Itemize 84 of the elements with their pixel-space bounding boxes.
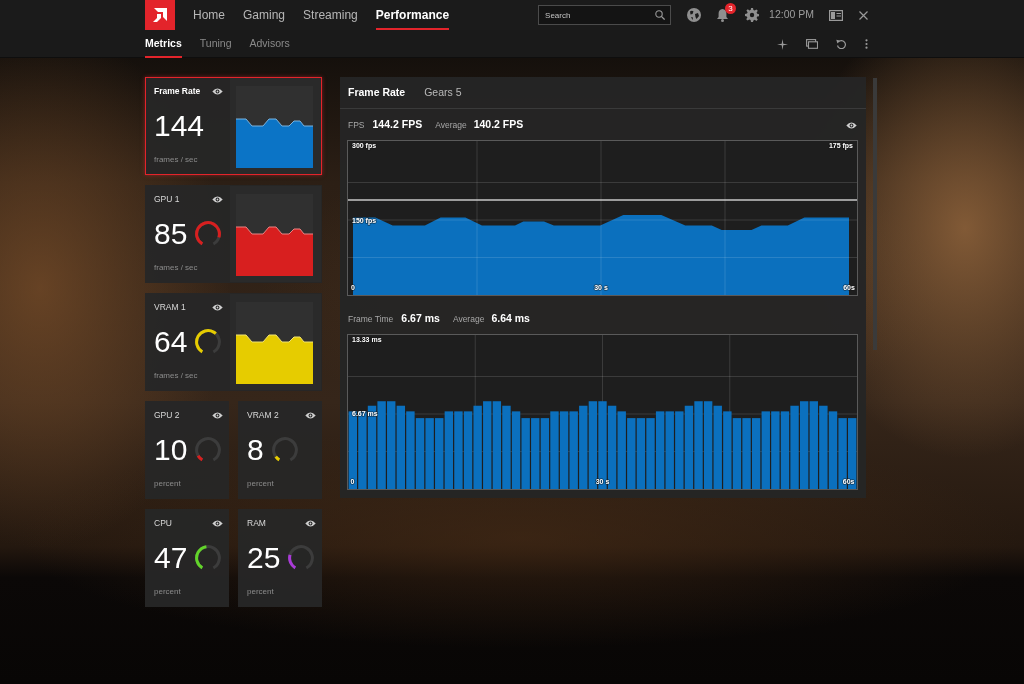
- frame-time-bar: [415, 418, 425, 489]
- panel-title: Frame Rate: [348, 84, 406, 100]
- metric-label: CPU: [154, 517, 172, 530]
- nav-tab[interactable]: Gaming: [243, 0, 286, 30]
- metric-tile[interactable]: RAM 25 percent: [238, 509, 322, 607]
- game-name: Gears 5: [424, 84, 462, 100]
- metric-tile[interactable]: Frame Rate 144 frames / sec: [145, 77, 322, 175]
- metric-label: VRAM 2: [247, 409, 279, 422]
- stat-value: 144.2 FPS: [372, 117, 423, 133]
- frame-time-bar: [540, 418, 550, 489]
- stat-value: 6.67 ms: [401, 311, 440, 327]
- eye-icon[interactable]: [305, 519, 316, 527]
- close-icon[interactable]: [859, 10, 868, 20]
- search-field[interactable]: Search: [538, 5, 672, 25]
- frame-time-bar: [627, 418, 636, 489]
- metric-label: Frame Rate: [154, 85, 201, 98]
- gauge-ring-icon: [195, 328, 222, 355]
- metric-unit: frames / sec: [154, 370, 199, 382]
- search-icon[interactable]: [655, 10, 666, 20]
- metric-value: 10: [154, 434, 188, 465]
- stat-label: Average: [452, 312, 485, 326]
- sparkle-icon[interactable]: [777, 38, 788, 50]
- globe-icon[interactable]: [687, 8, 702, 22]
- metric-value: 144: [154, 110, 205, 141]
- gauge-ring-icon: [195, 220, 222, 247]
- metric-unit: percent: [247, 586, 275, 598]
- nav-tab[interactable]: Streaming: [303, 0, 358, 30]
- gauge-ring-icon: [195, 436, 222, 463]
- circular-arrow-icon[interactable]: [836, 39, 846, 49]
- metric-label: RAM: [247, 517, 266, 530]
- stat-value: 6.64 ms: [491, 311, 530, 327]
- metric-label: GPU 1: [154, 193, 180, 206]
- metric-label: GPU 2: [154, 409, 180, 422]
- eye-icon[interactable]: [212, 519, 223, 527]
- metric-tile[interactable]: GPU 2 10 percent: [145, 401, 229, 499]
- metric-value: 8: [247, 434, 264, 465]
- frame-time-bar: [742, 418, 751, 489]
- metric-label: VRAM 1: [154, 301, 186, 314]
- clock-time: 12:00 PM: [769, 7, 814, 23]
- metric-value: 47: [154, 542, 188, 573]
- frame-time-bar: [435, 418, 444, 489]
- stat-label: Frame Time: [348, 312, 394, 326]
- nav-tab[interactable]: Home: [193, 0, 225, 30]
- gauge-ring-icon: [271, 436, 298, 463]
- screens-icon[interactable]: [806, 39, 818, 49]
- eye-icon[interactable]: [212, 303, 223, 311]
- eye-icon[interactable]: [212, 87, 223, 95]
- frame-time-bar: [636, 418, 646, 489]
- metric-tile[interactable]: GPU 1 85 frames / sec: [145, 185, 322, 283]
- frame-time-bar: [521, 418, 530, 489]
- metric-value: 25: [247, 542, 281, 573]
- frame-time-bar: [531, 418, 540, 489]
- sub-tab[interactable]: Advisors: [249, 30, 290, 58]
- metric-tile[interactable]: VRAM 1 64 frames / sec: [145, 293, 322, 391]
- stat-value: 140.2 FPS: [473, 117, 524, 133]
- eye-icon[interactable]: [305, 411, 316, 419]
- frame-time-bar: [732, 418, 742, 489]
- metric-tile[interactable]: CPU 47 percent: [145, 509, 229, 607]
- notification-badge: 3: [725, 3, 737, 14]
- metric-unit: percent: [154, 586, 182, 598]
- settings-icon[interactable]: [745, 8, 760, 22]
- metric-value: 64: [154, 326, 188, 357]
- stat-label: Average: [435, 118, 467, 132]
- metric-unit: percent: [154, 478, 182, 490]
- frame-time-bar: [425, 418, 434, 489]
- more-options-icon[interactable]: [865, 39, 868, 49]
- metric-unit: frames / sec: [154, 262, 199, 274]
- eye-icon[interactable]: [212, 411, 223, 419]
- metric-unit: frames / sec: [154, 154, 199, 166]
- frame-time-bar: [751, 418, 761, 489]
- window-layout-icon[interactable]: [829, 9, 843, 21]
- metric-value: 85: [154, 218, 188, 249]
- frame-time-bar: [646, 418, 655, 489]
- sub-tab[interactable]: Metrics: [145, 30, 182, 58]
- metric-unit: percent: [247, 478, 275, 490]
- sub-tab[interactable]: Tuning: [199, 30, 232, 58]
- gauge-ring-icon: [195, 544, 222, 571]
- logo-icon[interactable]: [145, 0, 175, 30]
- metric-tile[interactable]: VRAM 2 8 percent: [238, 401, 322, 499]
- eye-icon[interactable]: [212, 195, 223, 203]
- stat-label: FPS: [348, 118, 365, 132]
- eye-icon[interactable]: [846, 121, 857, 129]
- gauge-ring-icon: [288, 544, 315, 571]
- bell-icon[interactable]: [716, 8, 730, 22]
